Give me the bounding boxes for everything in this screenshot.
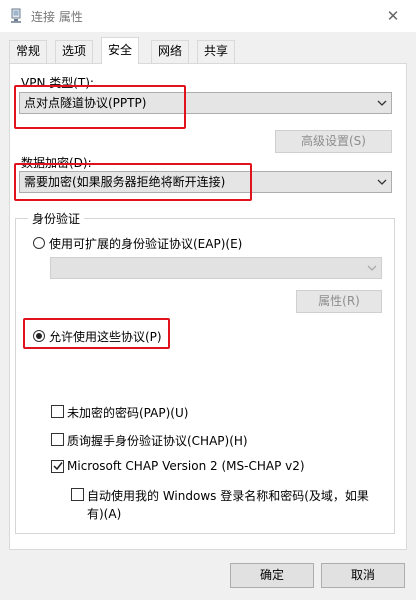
eap-radio[interactable] bbox=[33, 237, 45, 249]
eap-properties-button[interactable]: 属性(R) bbox=[296, 290, 382, 313]
vpn-type-value: 点对点隧道协议(PPTP) bbox=[24, 96, 147, 110]
chap-checkbox[interactable] bbox=[51, 433, 64, 446]
tab-options[interactable]: 选项 bbox=[55, 40, 94, 63]
pap-checkbox[interactable] bbox=[51, 405, 64, 418]
tab-networking[interactable]: 网络 bbox=[151, 40, 190, 63]
chevron-down-icon bbox=[377, 100, 387, 106]
auto-windows-logon-checkbox[interactable] bbox=[71, 488, 84, 501]
checkmark-icon bbox=[53, 462, 63, 471]
window-title: 连接 属性 bbox=[31, 10, 83, 24]
tab-general[interactable]: 常规 bbox=[9, 40, 48, 63]
close-button[interactable]: ✕ bbox=[370, 0, 416, 32]
advanced-settings-button[interactable]: 高级设置(S) bbox=[275, 130, 392, 153]
encryption-select[interactable]: 需要加密(如果服务器拒绝将断开连接) bbox=[19, 171, 392, 193]
cancel-button[interactable]: 取消 bbox=[321, 563, 405, 588]
encryption-value: 需要加密(如果服务器拒绝将断开连接) bbox=[24, 175, 226, 189]
eap-radio-label[interactable]: 使用可扩展的身份验证协议(EAP)(E) bbox=[49, 235, 242, 252]
ok-button[interactable]: 确定 bbox=[230, 563, 314, 588]
network-connection-icon bbox=[11, 8, 21, 23]
encryption-label: 数据加密(D): bbox=[21, 156, 92, 170]
pap-label[interactable]: 未加密的密码(PAP)(U) bbox=[67, 404, 188, 421]
allow-protocols-label[interactable]: 允许使用这些协议(P) bbox=[49, 328, 162, 345]
chevron-down-icon bbox=[377, 179, 387, 185]
mschapv2-label[interactable]: Microsoft CHAP Version 2 (MS-CHAP v2) bbox=[67, 459, 305, 473]
auto-windows-logon-label-line1[interactable]: 自动使用我的 Windows 登录名称和密码(及域，如果 bbox=[87, 487, 369, 504]
tab-sharing[interactable]: 共享 bbox=[197, 40, 236, 63]
mschapv2-checkbox[interactable] bbox=[51, 460, 64, 473]
tab-security[interactable]: 安全 bbox=[101, 37, 140, 64]
eap-method-select[interactable] bbox=[50, 257, 382, 279]
vpn-type-label: VPN 类型(T): bbox=[21, 76, 94, 90]
radio-selected-dot bbox=[36, 333, 42, 339]
auto-windows-logon-label-line2[interactable]: 有)(A) bbox=[87, 505, 121, 522]
chap-label[interactable]: 质询握手身份验证协议(CHAP)(H) bbox=[67, 432, 248, 449]
vpn-type-select[interactable]: 点对点隧道协议(PPTP) bbox=[19, 92, 392, 114]
allow-protocols-radio[interactable] bbox=[33, 330, 45, 342]
authentication-group-title: 身份验证 bbox=[28, 210, 85, 227]
chevron-down-icon bbox=[367, 265, 377, 271]
close-icon: ✕ bbox=[386, 7, 400, 25]
title-bar: 连接 属性 ✕ bbox=[0, 0, 416, 32]
